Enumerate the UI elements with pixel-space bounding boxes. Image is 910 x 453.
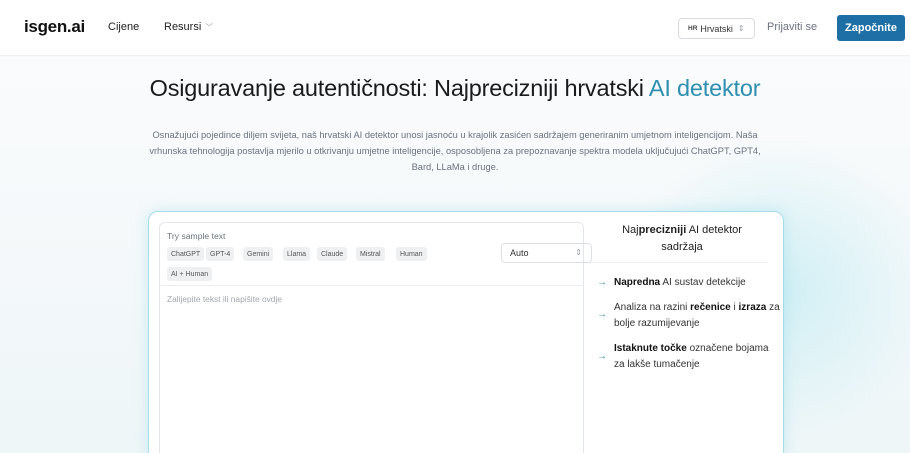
hero-description: Osnažujući pojedince diljem svijeta, naš… xyxy=(149,130,761,172)
feature-1-text: AI sustav detekcije xyxy=(660,277,746,288)
language-select[interactable]: HR Hrvatski ⇕ xyxy=(678,18,755,39)
detection-mode-value: Auto xyxy=(510,248,529,258)
start-button[interactable]: Započnite xyxy=(837,15,905,41)
arrow-right-icon: → xyxy=(597,277,607,288)
feature-item-1: Napredna AI sustav detekcije xyxy=(614,275,794,291)
text-editor-panel[interactable]: Try sample text ChatGPT GPT-4 Gemini Lla… xyxy=(159,222,592,453)
sample-text-label: Try sample text xyxy=(167,231,226,241)
page-title-accent: AI detektor xyxy=(648,75,761,101)
nav-resources-menu[interactable]: Resursi ﹀ xyxy=(164,21,213,33)
select-arrows-icon: ⇕ xyxy=(737,24,745,33)
text-input-placeholder[interactable]: Zalijepite tekst ili napišite ovdje xyxy=(167,294,282,304)
chevron-down-icon: ﹀ xyxy=(205,23,214,32)
sample-chip-human[interactable]: Human xyxy=(396,247,427,261)
arrow-right-icon: → xyxy=(597,351,607,362)
sample-chip-mistral[interactable]: Mistral xyxy=(356,247,385,261)
sample-chip-chatgpt[interactable]: ChatGPT xyxy=(167,247,205,261)
info-panel-title: Najprecizniji AI detektor sadržaja xyxy=(602,222,762,256)
login-link[interactable]: Prijaviti se xyxy=(767,21,817,33)
sample-chip-ai-human[interactable]: AI + Human xyxy=(167,267,213,281)
editor-divider xyxy=(160,285,583,286)
info-title-prefix: Naj xyxy=(622,224,639,236)
navbar: isgen.ai Cijene Resursi ﹀ HR Hrvatski ⇕ P… xyxy=(0,0,910,56)
arrow-right-icon: → xyxy=(597,309,607,320)
sample-chip-claude[interactable]: Claude xyxy=(317,247,348,261)
info-divider xyxy=(590,262,768,263)
detection-mode-select[interactable]: Auto ⇕ xyxy=(501,243,592,263)
page-title: Osiguravanje autentičnosti: Najpreciznij… xyxy=(0,75,910,102)
language-flag: HR xyxy=(688,25,698,32)
sample-chip-gpt4[interactable]: GPT-4 xyxy=(206,247,235,261)
feature-item-2: Analiza na razini rečenice i izraza za b… xyxy=(614,300,784,332)
feature-1-bold: Napredna xyxy=(614,277,661,288)
select-arrows-icon: ⇕ xyxy=(575,248,582,257)
nav-pricing-link[interactable]: Cijene xyxy=(108,21,139,33)
nav-resources-label: Resursi xyxy=(164,21,202,33)
feature-2-bold-b: izraza xyxy=(738,302,767,313)
feature-2-text-b: i xyxy=(730,302,739,313)
sample-chip-gemini[interactable]: Gemini xyxy=(243,247,274,261)
sample-chip-llama[interactable]: Llama xyxy=(283,247,311,261)
logo[interactable]: isgen.ai xyxy=(24,17,85,37)
feature-3-bold: Istaknute točke xyxy=(614,343,687,354)
info-title-bold: precizniji xyxy=(638,224,687,236)
feature-2-bold-a: rečenice xyxy=(690,302,731,313)
feature-2-text-a: Analiza na razini xyxy=(614,302,691,313)
feature-item-3: Istaknute točke označene bojama za lakše… xyxy=(614,341,779,373)
page-title-main: Osiguravanje autentičnosti: Najpreciznij… xyxy=(149,75,649,101)
language-label: Hrvatski xyxy=(700,23,733,34)
